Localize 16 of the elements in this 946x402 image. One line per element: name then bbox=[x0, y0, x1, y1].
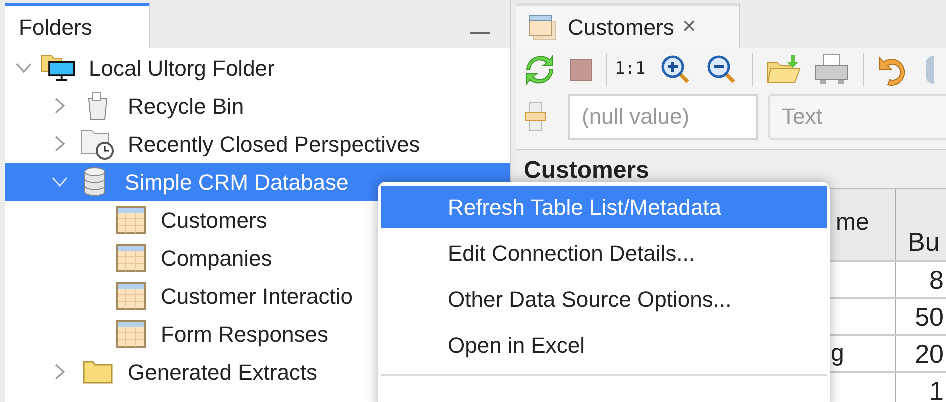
tree-label: Form Responses bbox=[161, 320, 329, 349]
tab-title: Customers bbox=[568, 14, 674, 42]
table-cell: 8 bbox=[930, 265, 944, 295]
tree-label: Local Ultorg Folder bbox=[89, 54, 275, 83]
table-title: Customers bbox=[523, 156, 650, 186]
table-cell: 50 bbox=[915, 302, 944, 332]
tree-label: Customer Interactio bbox=[161, 282, 353, 310]
tree-label: Simple CRM Database bbox=[125, 168, 349, 197]
tree-label: Customers bbox=[161, 206, 268, 234]
table-cell: g bbox=[831, 340, 844, 367]
table-cell: 1 bbox=[930, 376, 944, 402]
tree-label: Recently Closed Perspectives bbox=[128, 130, 420, 159]
tree-label: Recycle Bin bbox=[128, 92, 244, 121]
tree-label: Companies bbox=[161, 244, 272, 273]
table-cell: 20 bbox=[915, 339, 944, 369]
tree-label: Generated Extracts bbox=[128, 358, 318, 386]
